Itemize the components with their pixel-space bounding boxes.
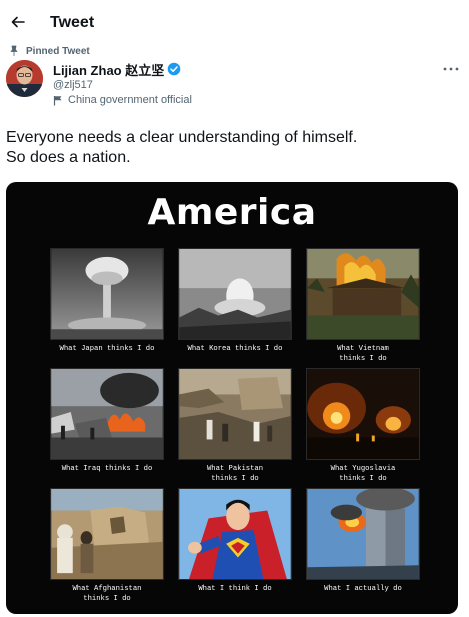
author-handle[interactable]: @zlj517: [53, 79, 192, 91]
meme-panel-japan: What Japan thinks I do: [50, 248, 164, 354]
bombed-city-picture: [178, 248, 292, 340]
mushroom-cloud-picture: [50, 248, 164, 340]
meme-panel-pakistan: What Pakistan thinks I do: [178, 368, 292, 484]
page-title: Tweet: [50, 14, 95, 31]
tweet-text-line-2: So does a nation.: [6, 149, 131, 166]
author-name[interactable]: Lijian Zhao 赵立坚: [53, 60, 164, 79]
meme-caption-iraq: What Iraq thinks I do: [61, 465, 153, 473]
author-block: Lijian Zhao 赵立坚 @zlj517 China government…: [53, 60, 192, 107]
government-label[interactable]: China government official: [53, 94, 192, 106]
night-fires-picture: [306, 368, 420, 460]
burning-towers-picture: [306, 488, 420, 580]
header-bar: Tweet: [0, 0, 469, 44]
burning-wreckage-picture: [50, 368, 164, 460]
meme-caption-japan: What Japan thinks I do: [59, 345, 155, 353]
flag-icon: [53, 95, 62, 105]
meme-panel-korea: What Korea thinks I do: [178, 248, 292, 354]
pinned-label: Pinned Tweet: [26, 45, 90, 57]
meme-panel-towers: What I actually do: [306, 488, 420, 594]
tweet-text: Everyone needs a clear understanding of …: [6, 128, 456, 168]
government-label-text: China government official: [68, 94, 192, 106]
meme-panel-afghanistan: What Afghanistan thinks I do: [50, 488, 164, 604]
avatar[interactable]: [6, 60, 43, 97]
tweet-text-line-1: Everyone needs a clear understanding of …: [6, 129, 358, 146]
meme-caption-pakistan: What Pakistan thinks I do: [206, 465, 264, 483]
meme-caption-vietnam: What Vietnam thinks I do: [337, 345, 389, 363]
tweet-image[interactable]: America What Japan thinks I do What Kore…: [6, 182, 458, 614]
rubble-crowd-picture: [178, 368, 292, 460]
superhero-picture: [178, 488, 292, 580]
verified-badge-icon: [167, 62, 181, 76]
more-options-icon[interactable]: [442, 62, 460, 76]
meme-caption-superhero: What I think I do: [198, 585, 272, 593]
burning-hut-picture: [306, 248, 420, 340]
pinned-indicator: Pinned Tweet: [8, 44, 90, 58]
meme-panel-superhero: What I think I do: [178, 488, 292, 594]
meme-panel-yugoslavia: What Yugoslavia thinks I do: [306, 368, 420, 484]
pin-icon: [10, 45, 18, 56]
ruined-village-picture: [50, 488, 164, 580]
back-arrow-icon[interactable]: [8, 12, 28, 32]
meme-caption-yugoslavia: What Yugoslavia thinks I do: [330, 465, 396, 483]
meme-caption-towers: What I actually do: [324, 585, 402, 593]
meme-title: America: [147, 192, 317, 233]
meme-caption-korea: What Korea thinks I do: [187, 345, 283, 353]
meme-caption-afghanistan: What Afghanistan thinks I do: [72, 585, 142, 603]
meme-panel-vietnam: What Vietnam thinks I do: [306, 248, 420, 364]
meme-panel-iraq: What Iraq thinks I do: [50, 368, 164, 474]
